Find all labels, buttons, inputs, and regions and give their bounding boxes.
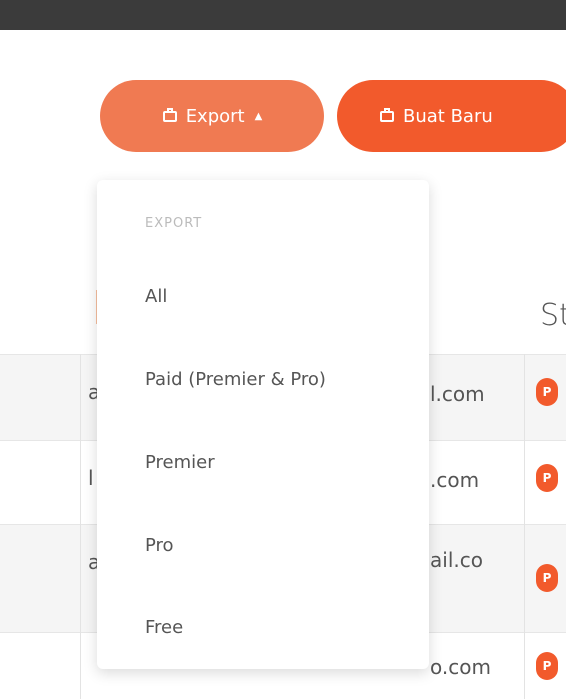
top-bar [0, 0, 566, 30]
table-divider [524, 354, 525, 699]
export-option-all[interactable]: All [145, 286, 167, 307]
email-cell: l.com [430, 382, 485, 406]
email-cell: o.com [430, 655, 491, 679]
export-option-paid[interactable]: Paid (Premier & Pro) [145, 369, 326, 390]
status-badge: P [536, 464, 558, 492]
export-menu-header: EXPORT [145, 216, 203, 231]
table-divider [80, 354, 81, 699]
caret-up-icon: ▲ [254, 110, 263, 122]
status-badge: P [536, 652, 558, 680]
status-badge: P [536, 378, 558, 406]
email-cell: .com [430, 468, 480, 492]
export-option-pro[interactable]: Pro [145, 535, 174, 556]
buat-baru-button[interactable]: Buat Baru [337, 80, 566, 152]
status-column-header: St [540, 298, 566, 333]
buat-baru-button-label: Buat Baru [403, 105, 493, 127]
email-cell: ail.co [430, 548, 483, 572]
export-option-premier[interactable]: Premier [145, 452, 215, 473]
clipboard-icon [162, 108, 180, 124]
export-button-label: Export [185, 105, 245, 127]
export-dropdown-menu: EXPORT All Paid (Premier & Pro) Premier … [97, 180, 429, 669]
export-option-free[interactable]: Free [145, 617, 183, 638]
clipboard-icon [379, 108, 397, 124]
export-button[interactable]: Export ▲ [100, 80, 324, 152]
status-badge: P [536, 564, 558, 592]
email-cell-prefix: l [88, 466, 94, 490]
